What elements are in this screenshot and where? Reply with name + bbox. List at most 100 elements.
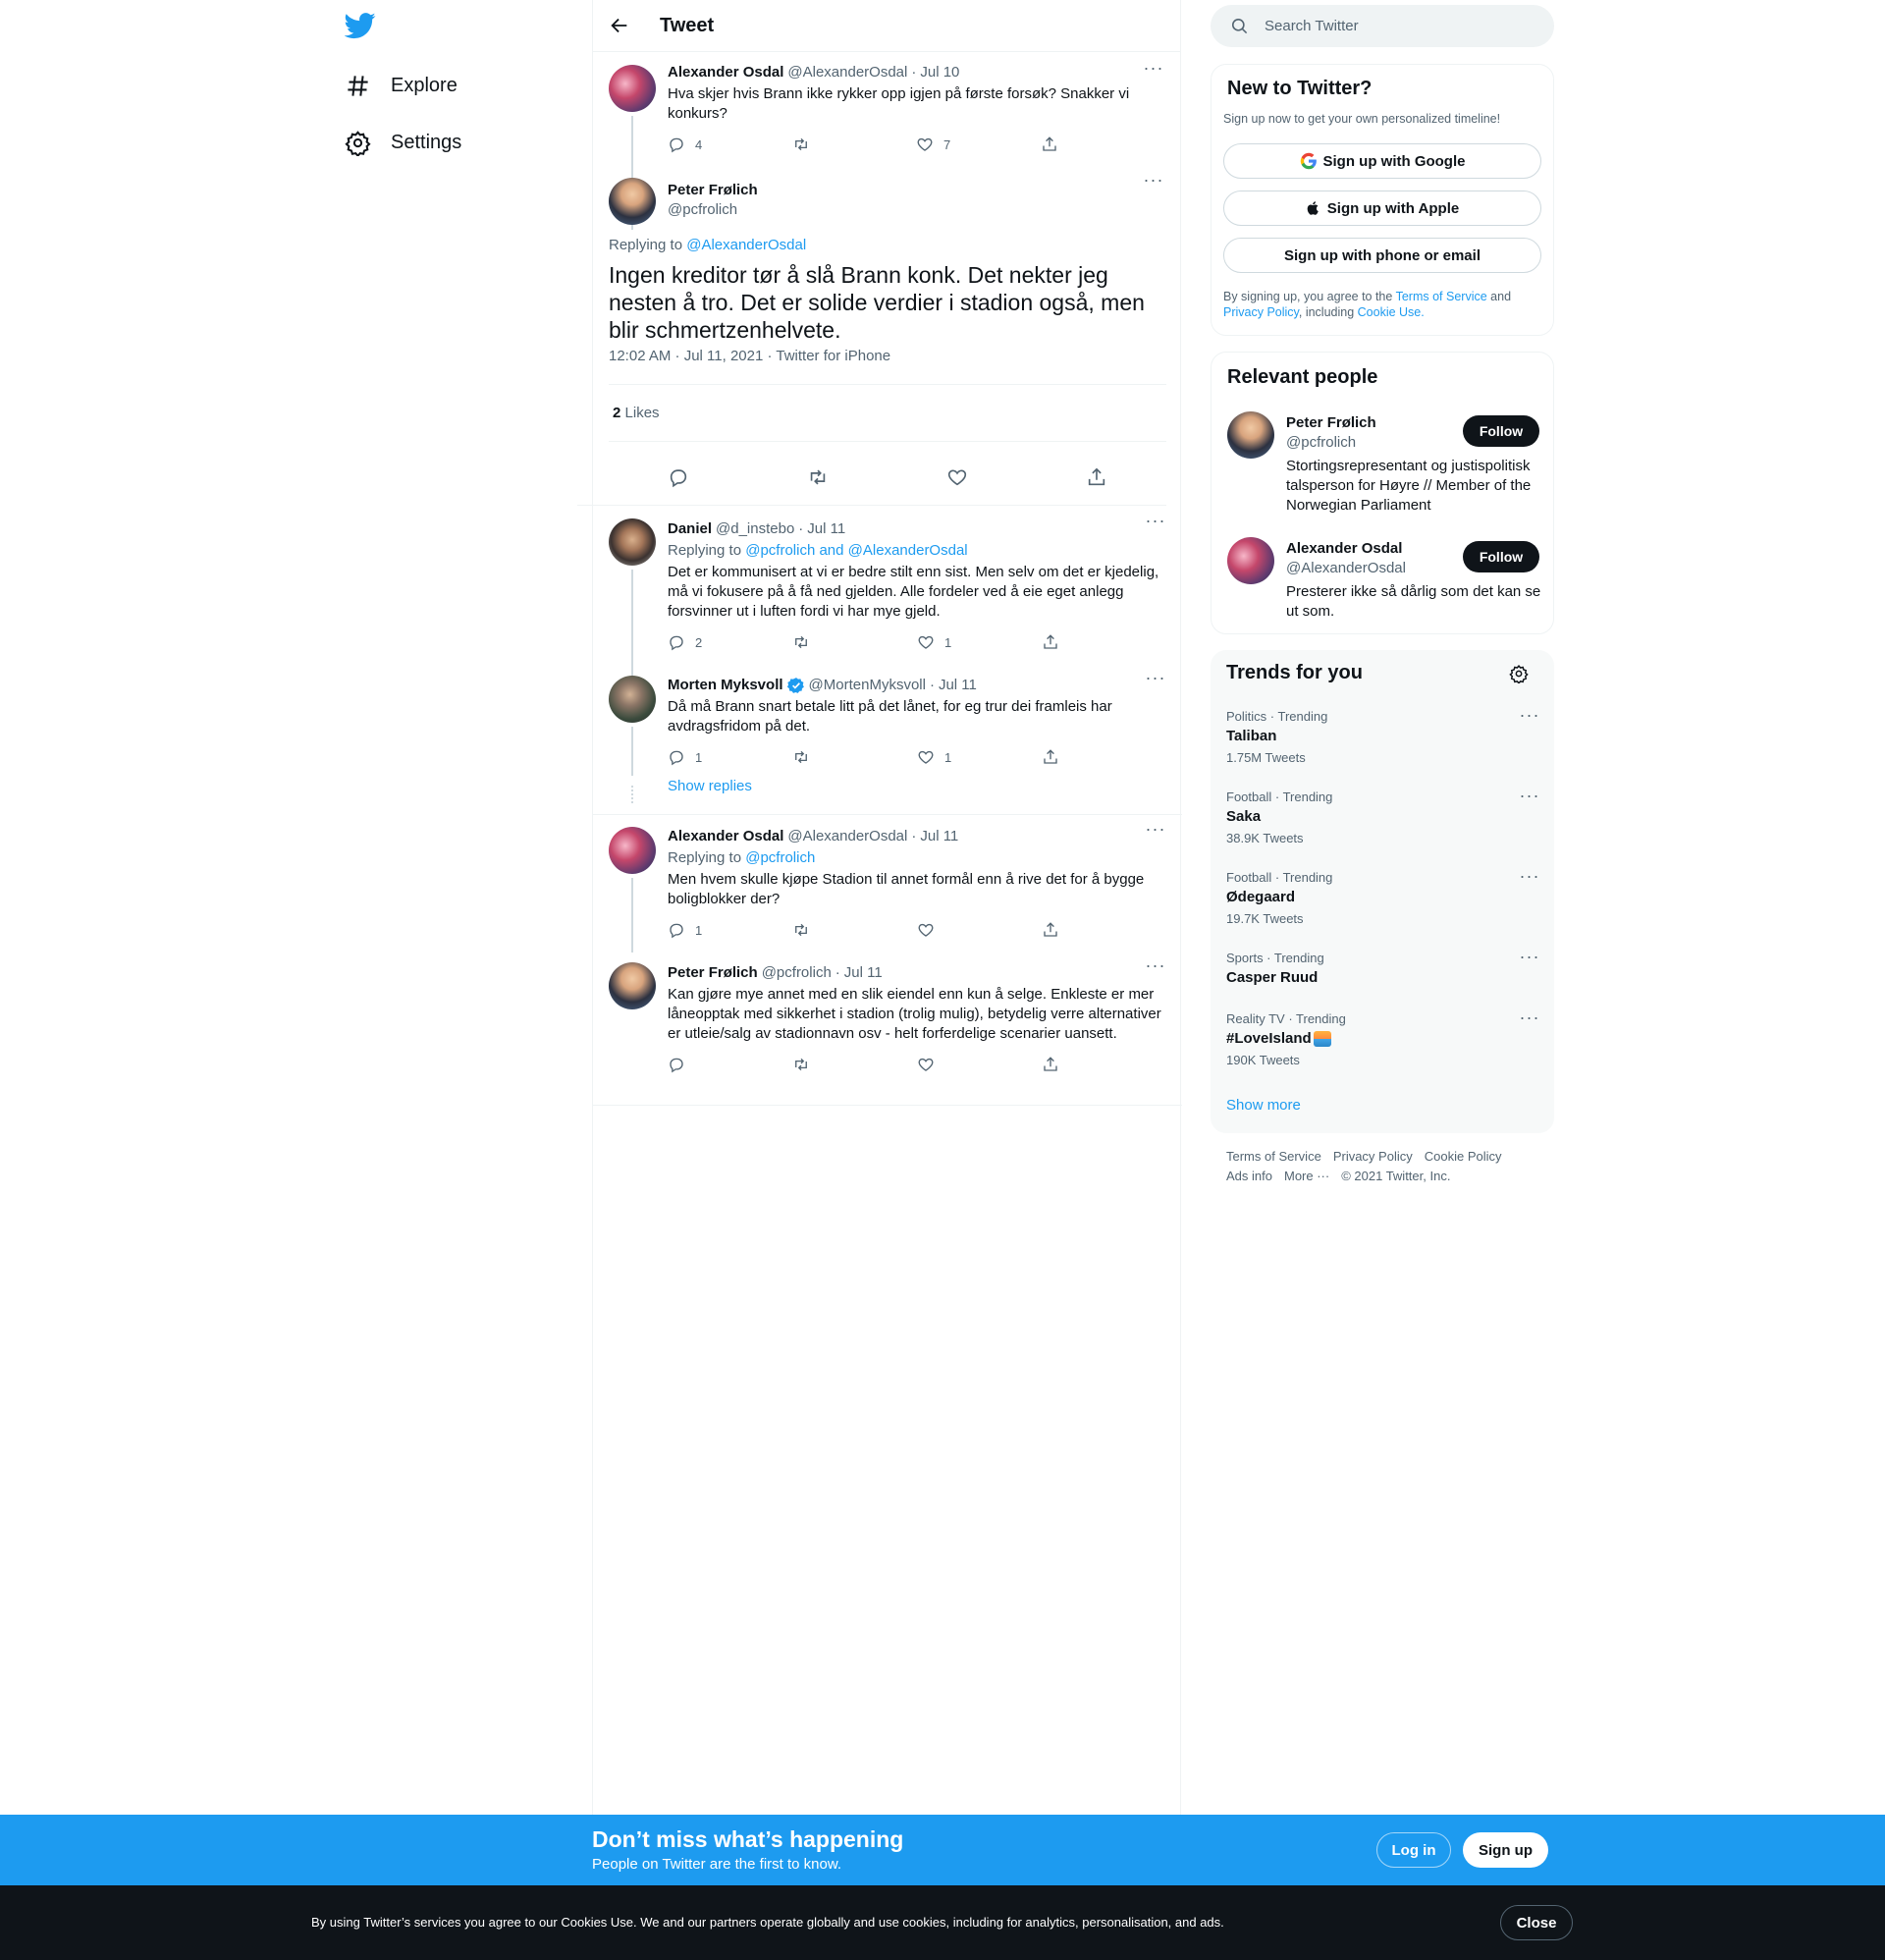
nav-settings[interactable]: Settings	[345, 118, 461, 167]
reply-button[interactable]: 2	[668, 633, 792, 651]
avatar[interactable]	[609, 827, 656, 874]
retweet-button[interactable]	[792, 136, 917, 153]
reply-button[interactable]: 4	[668, 136, 792, 153]
reply-tweet[interactable]: Peter Frølich @pcfrolich · Jul 11 Kan gj…	[668, 963, 1166, 1073]
mention-link[interactable]: @pcfrolich and @AlexanderOsdal	[745, 542, 967, 559]
avatar[interactable]	[609, 518, 656, 566]
like-button[interactable]	[917, 921, 1042, 939]
like-icon[interactable]	[946, 466, 968, 488]
tweet-date[interactable]: Jul 11	[844, 963, 883, 983]
share-button[interactable]	[1041, 136, 1165, 153]
author-handle[interactable]: @d_instebo	[716, 519, 794, 539]
reply-tweet[interactable]: Morten Myksvoll @MortenMyksvoll · Jul 11…	[668, 676, 1166, 794]
avatar[interactable]	[1227, 411, 1274, 459]
gear-icon[interactable]	[1509, 664, 1529, 683]
share-button[interactable]	[1042, 633, 1166, 651]
author-name[interactable]: Peter Frølich	[668, 181, 758, 200]
tweet-date[interactable]: Jul 11	[939, 676, 977, 695]
retweet-button[interactable]	[792, 633, 917, 651]
follow-button[interactable]: Follow	[1463, 415, 1539, 447]
author-name[interactable]: Alexander Osdal	[668, 63, 783, 82]
signup-apple-button[interactable]: Sign up with Apple	[1223, 191, 1541, 226]
more-icon[interactable]: ···	[1519, 706, 1540, 731]
person-name[interactable]: Alexander Osdal	[1286, 539, 1406, 559]
mention-link[interactable]: @AlexanderOsdal	[686, 237, 806, 253]
privacy-link[interactable]: Privacy Policy	[1223, 305, 1299, 319]
more-icon[interactable]: ···	[1519, 948, 1540, 972]
tweet-date[interactable]: Jul 11	[807, 519, 845, 539]
tweet-date[interactable]: Jul 10	[920, 63, 959, 82]
like-button[interactable]: 7	[916, 136, 1041, 153]
terms-link[interactable]: Terms of Service	[1396, 290, 1487, 303]
author-handle[interactable]: @MortenMyksvoll	[809, 676, 926, 695]
close-button[interactable]: Close	[1500, 1905, 1573, 1940]
author-name[interactable]: Daniel	[668, 519, 712, 539]
person-item[interactable]: Peter Frølich @pcfrolich Follow Storting…	[1212, 402, 1555, 524]
author-handle[interactable]: @AlexanderOsdal	[787, 827, 907, 846]
person-handle[interactable]: @pcfrolich	[1286, 433, 1376, 453]
reply-tweet[interactable]: Alexander Osdal @AlexanderOsdal · Jul 11…	[668, 827, 1166, 939]
like-button[interactable]: 1	[917, 633, 1042, 651]
person-item[interactable]: Alexander Osdal @AlexanderOsdal Follow P…	[1212, 527, 1555, 626]
share-button[interactable]	[1042, 1056, 1166, 1073]
trend-item[interactable]: Sports · Trending Casper Ruud ···	[1211, 943, 1554, 1002]
reply-icon[interactable]	[668, 466, 689, 488]
author-handle[interactable]: @pcfrolich	[668, 200, 758, 220]
reply-button[interactable]	[668, 1056, 792, 1073]
like-button[interactable]: 1	[917, 748, 1042, 766]
show-replies-link[interactable]: Show replies	[668, 778, 1166, 794]
avatar[interactable]	[609, 962, 656, 1009]
reply-button[interactable]: 1	[668, 921, 792, 939]
like-button[interactable]	[917, 1056, 1042, 1073]
trend-item[interactable]: Football · Trending Saka 38.9K Tweets ··…	[1211, 782, 1554, 860]
follow-button[interactable]: Follow	[1463, 541, 1539, 572]
person-handle[interactable]: @AlexanderOsdal	[1286, 559, 1406, 578]
reply-tweet[interactable]: Daniel @d_instebo · Jul 11 Replying to @…	[668, 519, 1166, 651]
author-name[interactable]: Alexander Osdal	[668, 827, 783, 846]
search-box[interactable]: Search Twitter	[1211, 5, 1554, 47]
show-more-link[interactable]: Show more	[1226, 1097, 1301, 1114]
more-icon[interactable]: ···	[1519, 787, 1540, 811]
retweet-button[interactable]	[792, 1056, 917, 1073]
parent-tweet[interactable]: ··· Alexander Osdal @AlexanderOsdal · Ju…	[593, 52, 1180, 230]
footer-terms-link[interactable]: Terms of Service	[1226, 1147, 1321, 1167]
footer-cookie-link[interactable]: Cookie Policy	[1425, 1147, 1502, 1167]
author-name[interactable]: Morten Myksvoll	[668, 676, 783, 695]
signup-google-button[interactable]: Sign up with Google	[1223, 143, 1541, 179]
more-icon[interactable]: ···	[1143, 171, 1164, 195]
nav-explore[interactable]: Explore	[345, 61, 458, 110]
author-handle[interactable]: @pcfrolich	[762, 963, 832, 983]
tweet-timestamp[interactable]: 12:02 AM · Jul 11, 2021 · Twitter for iP…	[609, 348, 890, 364]
back-arrow-icon[interactable]	[609, 15, 630, 36]
footer-more-link[interactable]: More ···	[1284, 1167, 1329, 1186]
likes-summary[interactable]: 2 Likes	[613, 405, 660, 421]
retweet-button[interactable]	[792, 921, 917, 939]
author-handle[interactable]: @AlexanderOsdal	[787, 63, 907, 82]
footer-ads-link[interactable]: Ads info	[1226, 1167, 1272, 1186]
avatar[interactable]	[609, 676, 656, 723]
tweet-date[interactable]: Jul 11	[920, 827, 958, 846]
footer-privacy-link[interactable]: Privacy Policy	[1333, 1147, 1413, 1167]
trend-item[interactable]: Football · Trending Ødegaard 19.7K Tweet…	[1211, 862, 1554, 941]
more-icon[interactable]: ···	[1519, 1008, 1540, 1033]
login-button[interactable]: Log in	[1376, 1832, 1451, 1868]
person-name[interactable]: Peter Frølich	[1286, 413, 1376, 433]
more-icon[interactable]: ···	[1519, 867, 1540, 892]
twitter-logo-icon[interactable]	[344, 10, 380, 45]
avatar[interactable]	[609, 178, 656, 225]
share-button[interactable]	[1042, 748, 1166, 766]
search-input[interactable]: Search Twitter	[1265, 18, 1359, 34]
mention-link[interactable]: @pcfrolich	[745, 849, 815, 866]
share-icon[interactable]	[1086, 466, 1107, 488]
cookie-link[interactable]: Cookie Use.	[1358, 305, 1425, 319]
signup-email-button[interactable]: Sign up with phone or email	[1223, 238, 1541, 273]
author-name[interactable]: Peter Frølich	[668, 963, 758, 983]
retweet-button[interactable]	[792, 748, 917, 766]
signup-button[interactable]: Sign up	[1463, 1832, 1548, 1868]
avatar[interactable]	[1227, 537, 1274, 584]
avatar[interactable]	[609, 65, 656, 112]
trend-item[interactable]: Reality TV · Trending #LoveIsland 190K T…	[1211, 1004, 1554, 1082]
trend-item[interactable]: Politics · Trending Taliban 1.75M Tweets…	[1211, 701, 1554, 780]
reply-button[interactable]: 1	[668, 748, 792, 766]
retweet-icon[interactable]	[807, 466, 829, 488]
